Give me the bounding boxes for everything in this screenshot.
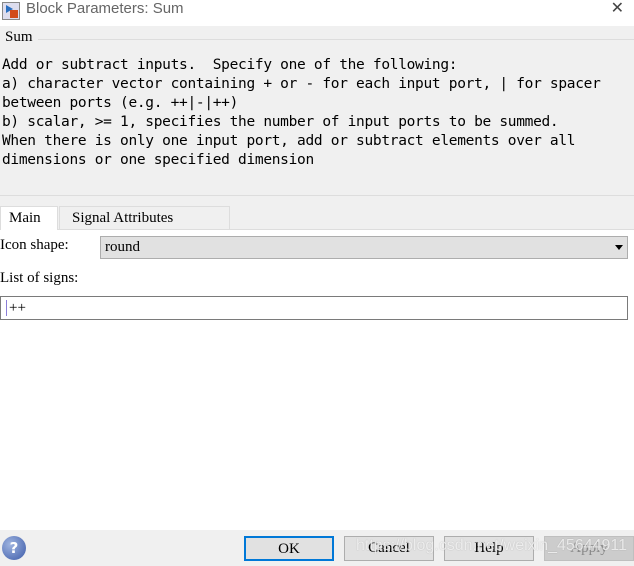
description-line: a) character vector containing + or - fo… (2, 76, 601, 92)
description-line: b) scalar, >= 1, specifies the number of… (2, 114, 559, 130)
icon-shape-label: Icon shape: (0, 237, 69, 253)
icon-shape-value: round (105, 239, 140, 255)
icon-shape-select[interactable]: round (100, 236, 628, 259)
description-line: When there is only one input port, add o… (2, 133, 576, 149)
cancel-button[interactable]: Cancel (344, 536, 434, 561)
tab-signal-attributes[interactable]: Signal Attributes (59, 206, 230, 230)
button-bar: ? OK Cancel Help Apply (0, 530, 634, 566)
list-of-signs-value: ++ (9, 300, 26, 316)
divider (38, 39, 634, 40)
list-of-signs-input[interactable]: ++ (0, 296, 628, 320)
description-text: Add or subtract inputs. Specify one of t… (2, 56, 601, 170)
description-group: Sum Add or subtract inputs. Specify one … (0, 26, 634, 196)
tab-main[interactable]: Main (0, 206, 58, 231)
title-bar: Block Parameters: Sum ✕ (0, 0, 634, 26)
main-panel: Icon shape: round List of signs: ++ (0, 230, 634, 530)
apply-button[interactable]: Apply (544, 536, 634, 561)
help-button[interactable]: Help (444, 536, 534, 561)
window-title: Block Parameters: Sum (26, 0, 184, 17)
chevron-down-icon (615, 245, 623, 250)
simulink-block-icon (2, 2, 20, 20)
description-line: dimensions or one specified dimension (2, 152, 314, 168)
ok-button[interactable]: OK (244, 536, 334, 561)
help-question-icon[interactable]: ? (2, 536, 26, 560)
group-label: Sum (5, 29, 33, 45)
list-of-signs-label: List of signs: (0, 270, 79, 286)
description-line: between ports (e.g. ++|-|++) (2, 95, 239, 111)
tab-strip: Main Signal Attributes (0, 196, 634, 231)
description-line: Add or subtract inputs. Specify one of t… (2, 57, 458, 73)
text-caret (6, 300, 7, 316)
close-icon[interactable]: ✕ (611, 0, 624, 17)
